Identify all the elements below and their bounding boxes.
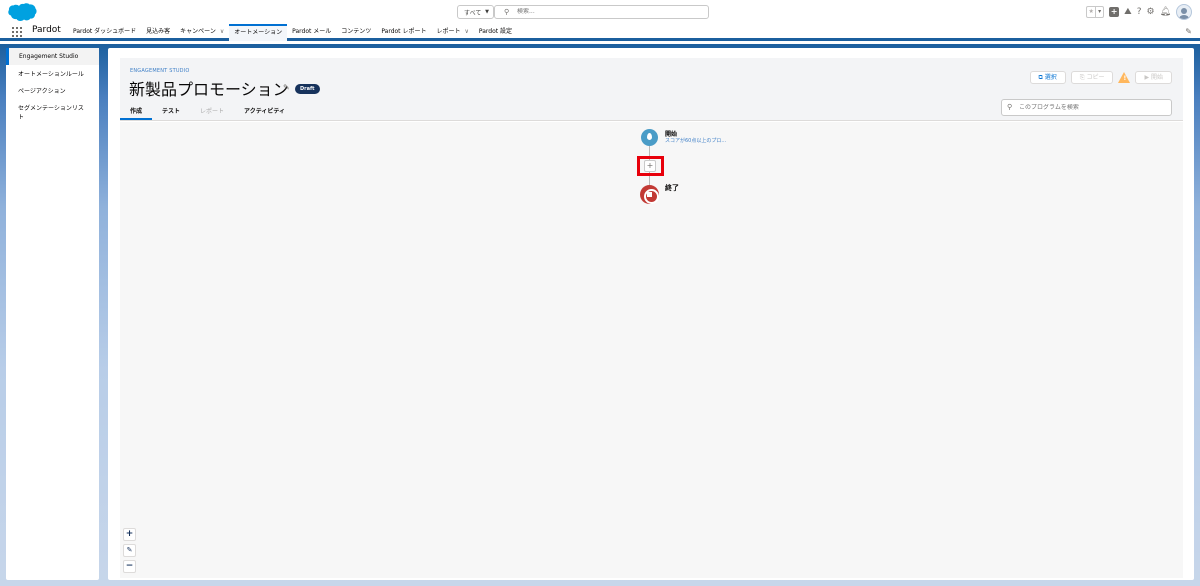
tab-activity[interactable]: アクティビティ — [234, 106, 295, 120]
nav-item-content[interactable]: コンテンツ — [336, 24, 376, 41]
edit-nav-pencil-icon[interactable]: ✎ — [1185, 27, 1192, 36]
page-header: ENGAGEMENT STUDIO 新製品プロモーション ✎ Draft 作成 … — [120, 58, 1183, 121]
status-badge: Draft — [295, 84, 320, 94]
page-title: 新製品プロモーション — [129, 80, 289, 99]
copy-button: ⎘ コピー — [1070, 71, 1114, 84]
tab-label: アクティビティ — [244, 108, 286, 115]
avatar[interactable] — [1176, 4, 1192, 20]
app-name: Pardot — [32, 25, 61, 35]
end-node-label: 終了 — [665, 184, 679, 192]
add-step-button[interactable]: + — [644, 160, 656, 172]
program-search-input[interactable] — [1019, 104, 1169, 111]
sidebar-item-label: Engagement Studio — [19, 53, 79, 60]
tab-label: テスト — [162, 108, 181, 115]
nav-item-campaigns[interactable]: キャンペーン ∨ — [175, 24, 229, 41]
global-header: すべて ▼ ⚲ ★ ▾ + ⛰ ? ⚙ 🔔︎ — [0, 0, 1200, 24]
select-button-label: 選択 — [1044, 74, 1057, 81]
start-node-drop-icon[interactable] — [641, 129, 658, 146]
nav-item-label: Pardot 設定 — [478, 28, 513, 35]
nav-item-label: Pardot メール — [292, 28, 332, 35]
search-scope-label: すべて — [464, 10, 482, 17]
header-utility-icons: ★ ▾ + ⛰ ? ⚙ 🔔︎ — [1086, 3, 1192, 21]
nav-item-label: Pardot レポート — [381, 28, 427, 35]
copy-button-label: コピー — [1086, 74, 1105, 81]
nav-item-label: Pardot ダッシュボード — [73, 28, 137, 35]
program-tabs: 作成 テスト レポート アクティビティ — [120, 106, 295, 120]
trailhead-icon[interactable]: ⛰ — [1124, 7, 1132, 17]
global-actions-icon[interactable]: + — [1109, 7, 1120, 17]
program-canvas[interactable]: 開始 スコアが60点以上のプロ... + 終了 + ✎ − — [120, 122, 1183, 578]
select-button[interactable]: ⧉ 選択 — [1029, 71, 1066, 84]
sidebar-item-label: オートメーションルール — [18, 71, 84, 78]
app-launcher-icon[interactable] — [12, 27, 22, 37]
tab-report: レポート — [190, 106, 234, 120]
chevron-down-icon[interactable]: ∨ — [464, 28, 468, 35]
salesforce-logo[interactable] — [7, 3, 37, 22]
zoom-out-button[interactable]: − — [123, 560, 136, 573]
header-actions: ⧉ 選択 ⎘ コピー ! ▶ 開始 — [1029, 71, 1172, 84]
start-node-description[interactable]: スコアが60点以上のプロ... — [665, 137, 726, 144]
search-scope-select[interactable]: すべて ▼ — [457, 5, 494, 19]
zoom-controls: + ✎ − — [123, 528, 136, 573]
nav-item-reports[interactable]: レポート ∨ — [431, 24, 473, 41]
sidebar-item-label: ページアクション — [18, 88, 66, 95]
nav-item-pardot-reports[interactable]: Pardot レポート — [376, 24, 431, 41]
tab-label: 作成 — [130, 108, 143, 115]
chevron-down-icon[interactable]: ∨ — [220, 28, 224, 35]
app-nav-bar: Pardot Pardot ダッシュボード 見込み客 キャンペーン ∨ オートメー… — [0, 24, 1200, 41]
tab-build[interactable]: 作成 — [120, 106, 153, 120]
chevron-down-icon: ▼ — [485, 9, 489, 15]
sidebar-item-segmentation-lists[interactable]: セグメンテーションリスト — [6, 100, 96, 122]
gear-icon[interactable]: ⚙ — [1146, 7, 1154, 17]
sidebar-item-label: セグメンテーションリスト — [18, 105, 84, 121]
bell-icon[interactable]: 🔔︎ — [1160, 7, 1171, 17]
tab-test[interactable]: テスト — [152, 106, 190, 120]
nav-item-label: コンテンツ — [341, 28, 372, 35]
search-icon: ⚲ — [504, 8, 510, 16]
nav-item-label: オートメーション — [234, 29, 283, 36]
program-search[interactable]: ⚲ — [1001, 99, 1172, 116]
nav-item-label: キャンペーン — [180, 28, 216, 35]
nav-item-label: 見込み客 — [146, 28, 171, 35]
zoom-in-button[interactable]: + — [123, 528, 136, 541]
warning-icon[interactable]: ! — [1118, 72, 1131, 83]
nav-item-pardot-settings[interactable]: Pardot 設定 — [474, 24, 517, 41]
nav-item-automation[interactable]: オートメーション — [229, 24, 288, 41]
chevron-down-icon[interactable]: ▾ — [1095, 7, 1103, 17]
sidebar-item-page-actions[interactable]: ページアクション — [6, 83, 99, 100]
nav-item-label: レポート — [436, 28, 461, 35]
global-search-input[interactable] — [517, 8, 697, 15]
start-button-label: 開始 — [1150, 74, 1163, 81]
main-content: ENGAGEMENT STUDIO 新製品プロモーション ✎ Draft 作成 … — [108, 48, 1194, 580]
nav-items: Pardot ダッシュボード 見込み客 キャンペーン ∨ オートメーション Par… — [68, 24, 517, 41]
nav-item-pardot-dashboard[interactable]: Pardot ダッシュボード — [68, 24, 141, 41]
nav-item-prospects[interactable]: 見込み客 — [141, 24, 175, 41]
tab-label: レポート — [200, 108, 225, 115]
sidebar-item-engagement-studio[interactable]: Engagement Studio — [6, 48, 99, 65]
edit-title-pencil-icon[interactable]: ✎ — [283, 83, 290, 92]
help-icon[interactable]: ? — [1137, 7, 1142, 17]
global-search[interactable]: ⚲ — [494, 5, 709, 19]
page-eyebrow: ENGAGEMENT STUDIO — [130, 68, 190, 74]
end-node-stop-icon[interactable] — [640, 185, 659, 204]
nav-item-pardot-email[interactable]: Pardot メール — [287, 24, 336, 41]
fit-view-pencil-icon[interactable]: ✎ — [123, 544, 136, 557]
start-button: ▶ 開始 — [1135, 71, 1172, 84]
favorites-group[interactable]: ★ ▾ — [1086, 6, 1105, 18]
sidebar: Engagement Studio オートメーションルール ページアクション セ… — [6, 48, 99, 580]
star-icon[interactable]: ★ — [1087, 7, 1095, 17]
sidebar-item-automation-rules[interactable]: オートメーションルール — [6, 66, 99, 83]
search-icon: ⚲ — [1007, 103, 1013, 111]
